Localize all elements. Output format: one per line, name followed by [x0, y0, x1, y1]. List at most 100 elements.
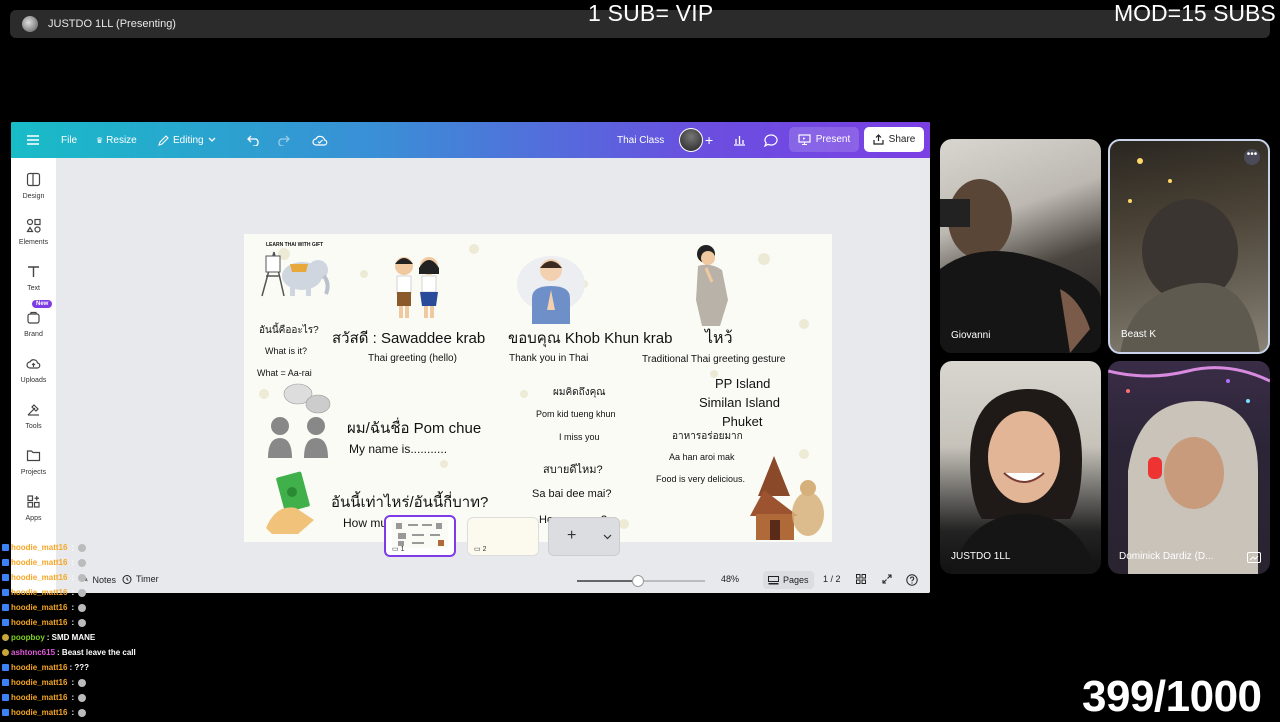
pages-button[interactable]: Pages: [763, 571, 814, 589]
slide-canvas[interactable]: LEARN THAI WITH GIFT อันนี้คืออะไร? What…: [244, 234, 832, 542]
file-menu[interactable]: File: [61, 122, 77, 158]
chat-username[interactable]: hoodie_matt16: [11, 573, 67, 582]
name-subtitle: My name is...........: [349, 442, 448, 456]
page-1-label: ▭ 1: [392, 545, 405, 554]
zoom-slider-track[interactable]: [577, 575, 705, 587]
sidebar-label-uploads: Uploads: [20, 377, 47, 384]
video-tile-giovanni[interactable]: Giovanni: [940, 139, 1101, 353]
bowing-man-illustration: [696, 245, 728, 326]
chat-username[interactable]: hoodie_matt16: [11, 543, 67, 552]
chat-badge-icon: [2, 634, 9, 641]
chevron-down-icon[interactable]: [603, 534, 612, 540]
video-tile-beast-k[interactable]: ••• Beast K: [1108, 139, 1270, 354]
chat-username[interactable]: poopboy: [11, 633, 45, 642]
place-similan-island: Similan Island: [699, 395, 780, 410]
tools-icon: [27, 404, 39, 416]
food-english: Food is very delicious.: [656, 474, 746, 484]
cloud-saved-icon[interactable]: [312, 122, 328, 158]
chat-username[interactable]: hoodie_matt16: [11, 708, 67, 717]
design-icon: [26, 172, 41, 187]
chat-username[interactable]: hoodie_matt16: [11, 588, 67, 597]
undo-icon[interactable]: [247, 122, 261, 158]
share-button[interactable]: Share: [864, 127, 924, 152]
chat-username[interactable]: hoodie_matt16: [11, 693, 67, 702]
chat-message: hoodie_matt16 :: [2, 543, 87, 552]
chat-emote-icon: [78, 558, 87, 567]
chat-badge-icon: [2, 649, 9, 656]
new-badge: New: [32, 300, 53, 308]
sidebar-item-projects[interactable]: Projects: [11, 448, 56, 476]
collaborator-avatar[interactable]: [679, 128, 703, 152]
chat-username[interactable]: hoodie_matt16: [11, 618, 67, 627]
present-label: Present: [815, 134, 851, 145]
add-collaborator-icon[interactable]: +: [705, 122, 713, 158]
menu-icon[interactable]: [27, 122, 39, 158]
chat-message: poopboy: SMD MANE: [2, 633, 95, 642]
comment-icon[interactable]: [764, 122, 778, 158]
place-pp-island: PP Island: [715, 376, 771, 391]
page-thumbnail-2[interactable]: ▭ 2: [467, 517, 539, 556]
chat-badge-icon: [2, 559, 9, 566]
speech-people-illustration: [268, 383, 331, 458]
how-are-you-romanized: Sa bai dee mai?: [532, 488, 612, 500]
video-tile-dominick[interactable]: Dominick Dardiz (D...: [1108, 361, 1270, 574]
chat-username[interactable]: hoodie_matt16: [11, 603, 67, 612]
help-icon[interactable]: [906, 574, 918, 586]
add-page-button[interactable]: +: [567, 527, 576, 545]
sidebar-item-design[interactable]: Design: [11, 172, 56, 200]
greeting-line: สวัสดี : Sawaddee krab: [332, 330, 486, 347]
chat-text: : Beast leave the call: [57, 648, 136, 657]
chat-message: hoodie_matt16 :: [2, 708, 87, 717]
pages-label: Pages: [783, 575, 809, 585]
zoom-slider-knob[interactable]: [632, 575, 644, 587]
text-icon: [28, 266, 39, 277]
sidebar-item-text[interactable]: Text: [11, 264, 56, 292]
chat-username[interactable]: hoodie_matt16: [11, 678, 67, 687]
sidebar-item-apps[interactable]: Apps: [11, 494, 56, 522]
zoom-level[interactable]: 48%: [721, 574, 739, 584]
chat-message: hoodie_matt16 :: [2, 588, 87, 597]
share-label: Share: [888, 134, 916, 145]
thanks-subtitle: Thank you in Thai: [509, 353, 589, 364]
participant-video: [1108, 366, 1270, 574]
chat-username[interactable]: hoodie_matt16: [11, 663, 67, 672]
chat-username[interactable]: ashtonc615: [11, 648, 55, 657]
fullscreen-icon[interactable]: [882, 574, 892, 584]
chat-username[interactable]: hoodie_matt16: [11, 558, 67, 567]
sidebar-item-uploads[interactable]: Uploads: [11, 356, 56, 384]
page-indicator: 1 / 2: [823, 574, 841, 584]
present-button[interactable]: Present: [789, 127, 859, 152]
sidebar-item-tools[interactable]: Tools: [11, 402, 56, 430]
canvas-workspace: LEARN THAI WITH GIFT อันนี้คืออะไร? What…: [56, 158, 930, 593]
money-hand-illustration: [266, 471, 314, 534]
editing-dropdown[interactable]: Editing: [158, 122, 216, 158]
canva-window: File ♛ Resize Editing Thai Class + Prese…: [11, 122, 930, 593]
sidebar-item-elements[interactable]: Elements: [11, 218, 56, 246]
brand-icon: [27, 311, 40, 324]
more-options-icon[interactable]: •••: [1244, 149, 1260, 165]
participant-video: [940, 179, 1101, 353]
uploads-icon: [26, 359, 41, 369]
video-tile-justdo1ll[interactable]: JUSTDO 1LL: [940, 361, 1101, 574]
resize-button[interactable]: ♛ Resize: [96, 122, 137, 158]
sidebar-label-text: Text: [27, 285, 40, 292]
q1-english: What is it?: [265, 346, 308, 356]
subscriber-counter: 399/1000: [1082, 672, 1262, 721]
chat-emote-icon: [78, 573, 87, 582]
project-name[interactable]: Thai Class: [617, 122, 664, 158]
grid-view-icon[interactable]: [856, 574, 866, 584]
q1-romanized: What = Aa-rai: [257, 368, 312, 378]
redo-icon[interactable]: [276, 122, 290, 158]
canva-sidebar: Design Elements Text New Brand Uploads T…: [11, 158, 56, 593]
greeting-subtitle: Thai greeting (hello): [368, 353, 457, 364]
thanks-line: ขอบคุณ Khob Khun krab: [508, 330, 673, 347]
screen-share-icon[interactable]: [1247, 552, 1261, 563]
page-thumbnail-1[interactable]: ▭ 1: [384, 515, 456, 557]
sidebar-item-brand[interactable]: Brand: [11, 310, 56, 338]
chevron-down-icon: [208, 137, 216, 142]
participant-name: Dominick Dardiz (D...: [1119, 551, 1214, 562]
wai-line: ไหว้: [705, 330, 733, 347]
chat-message: hoodie_matt16 :: [2, 603, 87, 612]
zoom-slider-fill: [577, 580, 638, 582]
insights-icon[interactable]: [733, 122, 746, 158]
